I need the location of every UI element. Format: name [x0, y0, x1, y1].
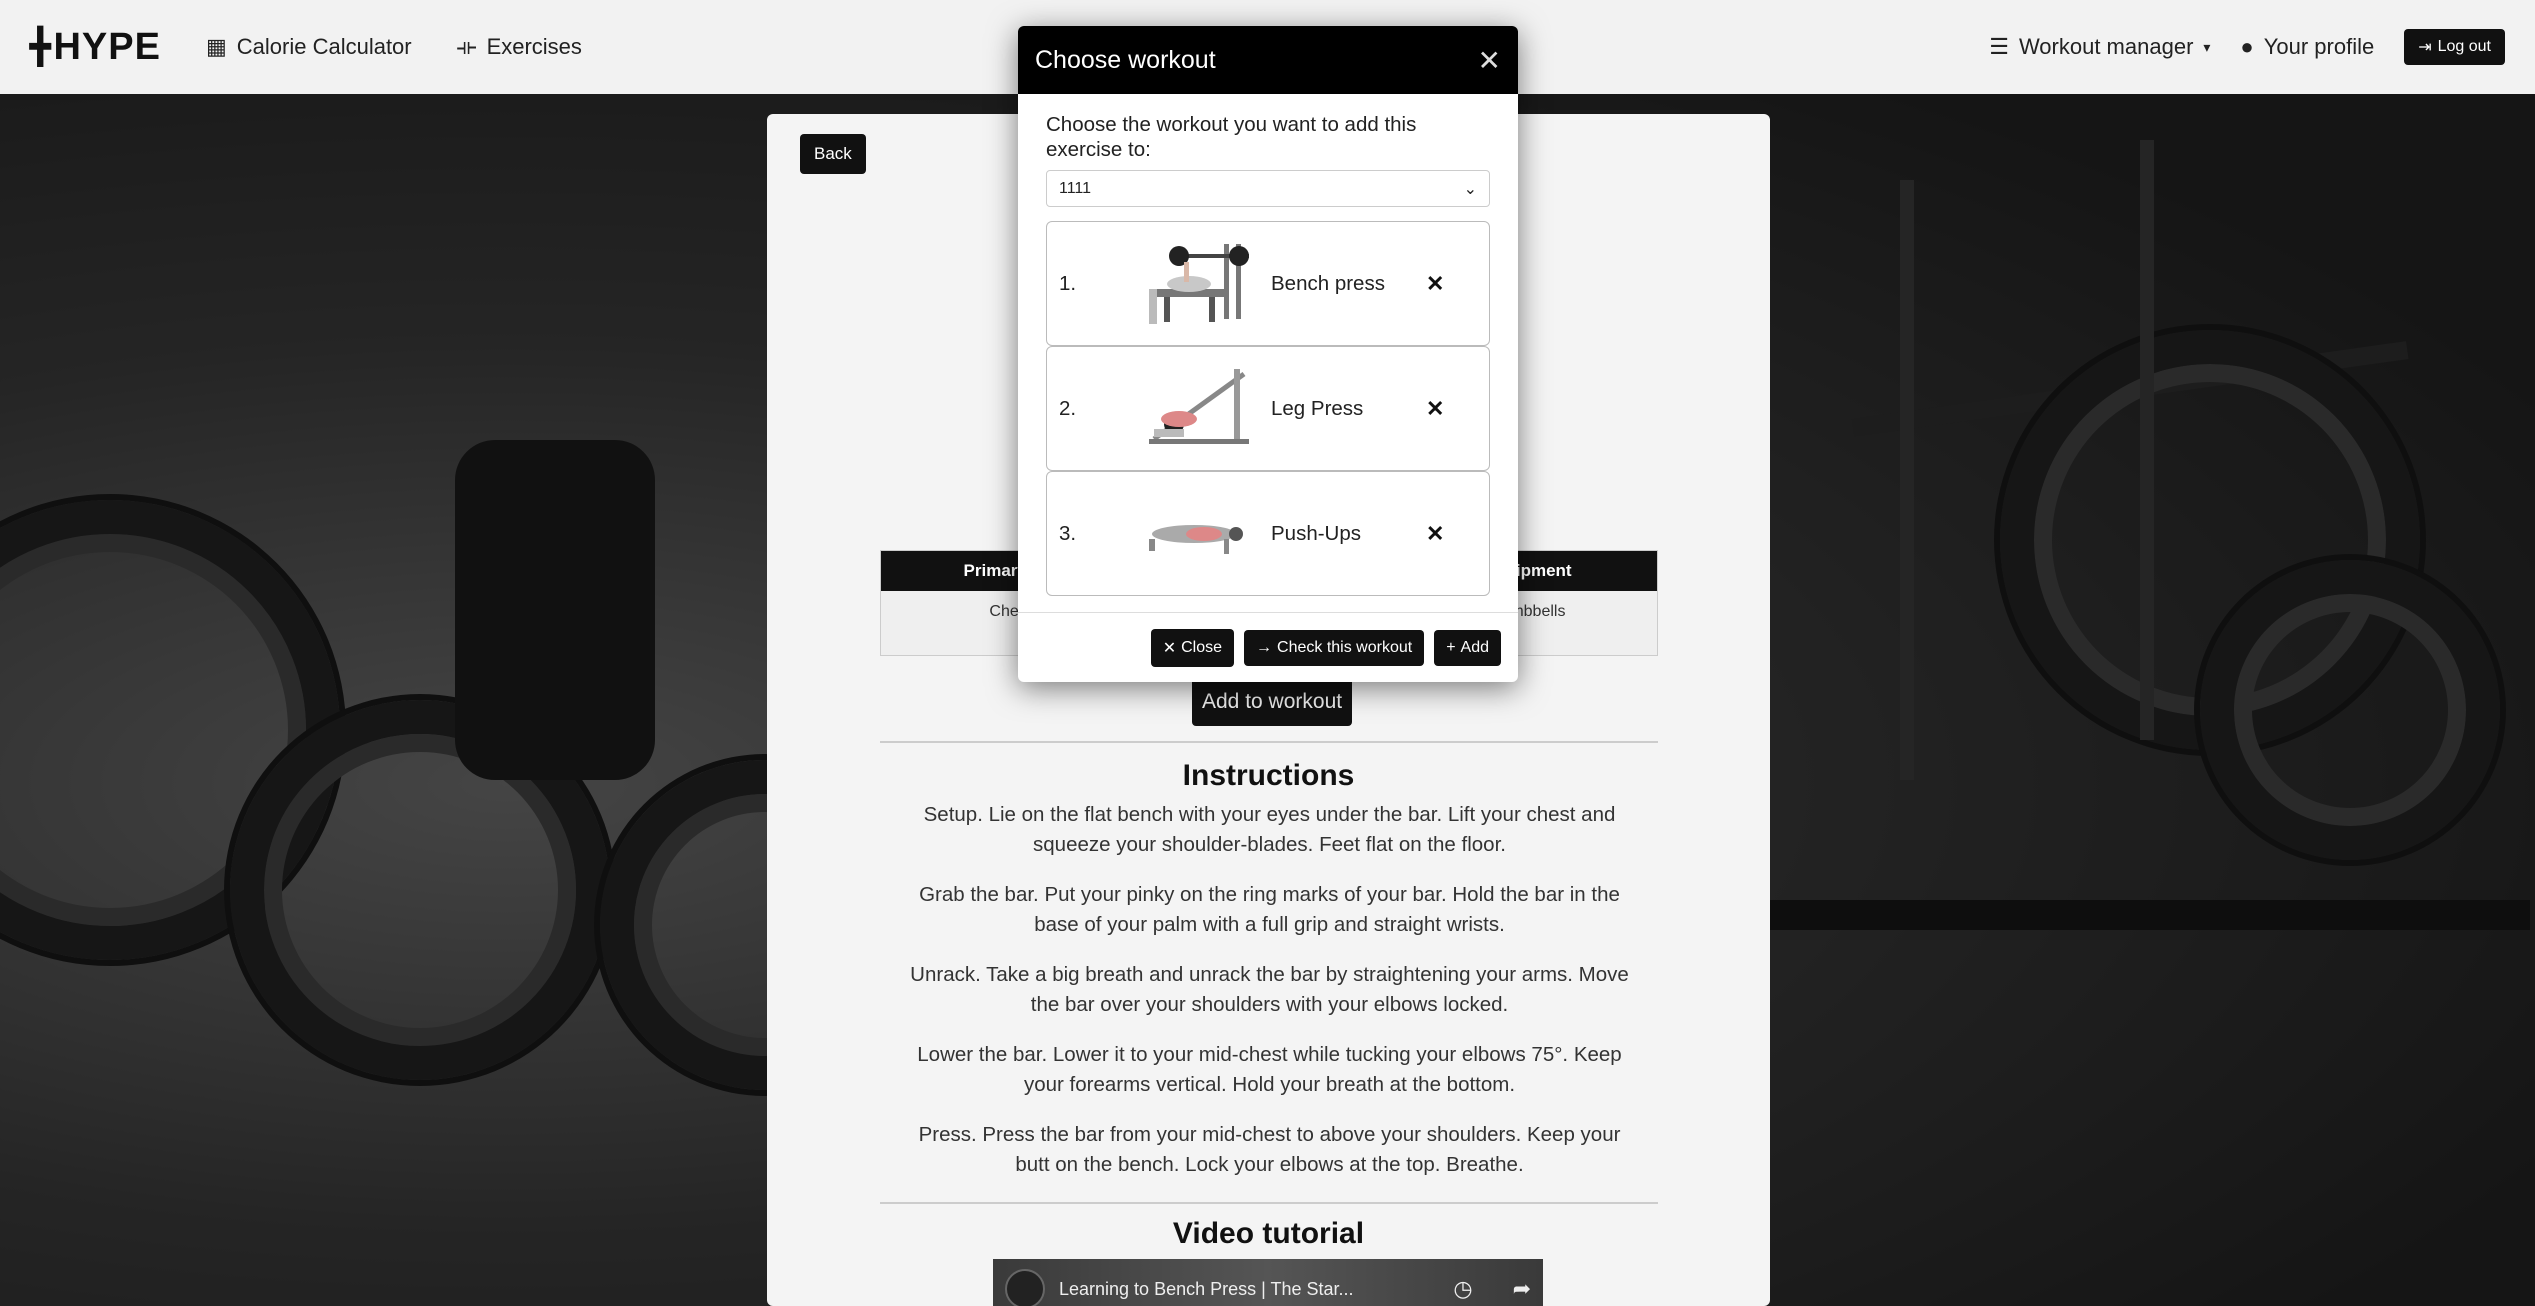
exercise-number: 1.: [1059, 271, 1077, 295]
hype-logo[interactable]: ╋ HYPE: [30, 26, 161, 69]
nav-calorie-label: Calorie Calculator: [236, 34, 412, 59]
instruction-step: Setup. Lie on the flat bench with your e…: [923, 803, 1616, 856]
share-icon[interactable]: ➦: [1513, 1276, 1531, 1302]
modal-prompt: Choose the workout you want to add this …: [1046, 113, 1417, 161]
logout-icon: ⇥: [2418, 39, 2432, 56]
dumbbell-icon: ╋: [30, 28, 52, 66]
logo-text: HYPE: [53, 25, 161, 68]
user-icon: ●: [2240, 34, 2254, 59]
chevron-down-icon: ⌄: [1463, 180, 1477, 198]
workout-exercise-list: 1. Bench press ✕ 2. Leg Press ✕ 3. Push-…: [1046, 221, 1490, 596]
remove-exercise-icon[interactable]: ✕: [1426, 521, 1444, 547]
logout-button[interactable]: ⇥ Log out: [2404, 29, 2505, 65]
divider: [880, 1202, 1658, 1204]
choose-workout-modal: Choose workout ✕ Choose the workout you …: [1018, 26, 1518, 682]
workout-select[interactable]: 1111 ⌄: [1046, 170, 1490, 207]
close-button-label: Close: [1181, 638, 1223, 656]
instruction-step: Lower the bar. Lower it to your mid-ches…: [917, 1043, 1622, 1096]
push-ups-image: [1129, 484, 1259, 584]
video-tutorial-title: Video tutorial: [1172, 1217, 1365, 1250]
exercise-name: Bench press: [1271, 271, 1385, 295]
exercise-name: Push-Ups: [1271, 521, 1362, 545]
remove-exercise-icon[interactable]: ✕: [1426, 396, 1444, 422]
dumbbell-icon: ⟛: [456, 34, 477, 59]
add-button-label: Add: [1460, 638, 1489, 656]
add-button[interactable]: + Add: [1434, 629, 1501, 666]
nav-workout-manager[interactable]: ☰ Workout manager ▾: [1989, 34, 2210, 60]
nav-profile-label: Your profile: [2263, 34, 2375, 59]
check-workout-label: Check this workout: [1277, 638, 1413, 656]
logout-label: Log out: [2437, 38, 2491, 55]
nav-exercises-label: Exercises: [486, 34, 582, 59]
nav-calorie-calculator[interactable]: ▦ Calorie Calculator: [206, 34, 412, 60]
divider: [880, 741, 1658, 743]
instructions-list: Setup. Lie on the flat bench with your e…: [907, 800, 1632, 1200]
list-item: 3. Push-Ups ✕: [1046, 471, 1490, 596]
modal-header: Choose workout ✕: [1018, 26, 1518, 94]
close-icon: ✕: [1162, 639, 1177, 657]
caret-down-icon: ▾: [2203, 38, 2211, 55]
nav-workout-manager-label: Workout manager: [2018, 34, 2194, 59]
nav-exercises[interactable]: ⟛ Exercises: [457, 34, 582, 60]
instruction-step: Unrack. Take a big breath and unrack the…: [910, 963, 1629, 1016]
instruction-step: Press. Press the bar from your mid-chest…: [918, 1123, 1621, 1176]
leg-press-image: [1129, 359, 1259, 459]
remove-exercise-icon[interactable]: ✕: [1426, 271, 1444, 297]
modal-footer: ✕ Close → Check this workout + Add: [1018, 612, 1518, 682]
list-icon: ☰: [1989, 34, 2009, 59]
calculator-icon: ▦: [205, 34, 227, 59]
channel-avatar: [1005, 1269, 1045, 1306]
back-button[interactable]: Back: [800, 134, 866, 174]
close-icon[interactable]: ✕: [1478, 44, 1501, 77]
modal-title: Choose workout: [1035, 45, 1216, 74]
exercise-number: 3.: [1059, 521, 1077, 545]
clock-icon[interactable]: ◷: [1453, 1276, 1472, 1302]
exercise-name: Leg Press: [1271, 396, 1364, 420]
arrow-right-icon: →: [1256, 638, 1273, 656]
video-embed[interactable]: Learning to Bench Press | The Star... ◷ …: [993, 1259, 1543, 1306]
exercise-number: 2.: [1059, 396, 1077, 420]
instructions-title: Instructions: [1182, 759, 1355, 792]
close-button[interactable]: ✕ Close: [1150, 628, 1235, 667]
modal-body: Choose the workout you want to add this …: [1018, 94, 1518, 596]
instruction-step: Grab the bar. Put your pinky on the ring…: [919, 883, 1620, 936]
video-caption: Learning to Bench Press | The Star...: [1059, 1278, 1354, 1299]
plus-icon: +: [1446, 638, 1456, 656]
workout-select-value: 1111: [1059, 179, 1092, 197]
nav-your-profile[interactable]: ● Your profile: [2240, 34, 2374, 60]
list-item: 1. Bench press ✕: [1046, 221, 1490, 346]
list-item: 2. Leg Press ✕: [1046, 346, 1490, 471]
bench-press-image: [1129, 234, 1259, 334]
add-to-workout-button[interactable]: Add to workout: [1192, 678, 1353, 726]
check-workout-button[interactable]: → Check this workout: [1244, 629, 1425, 666]
